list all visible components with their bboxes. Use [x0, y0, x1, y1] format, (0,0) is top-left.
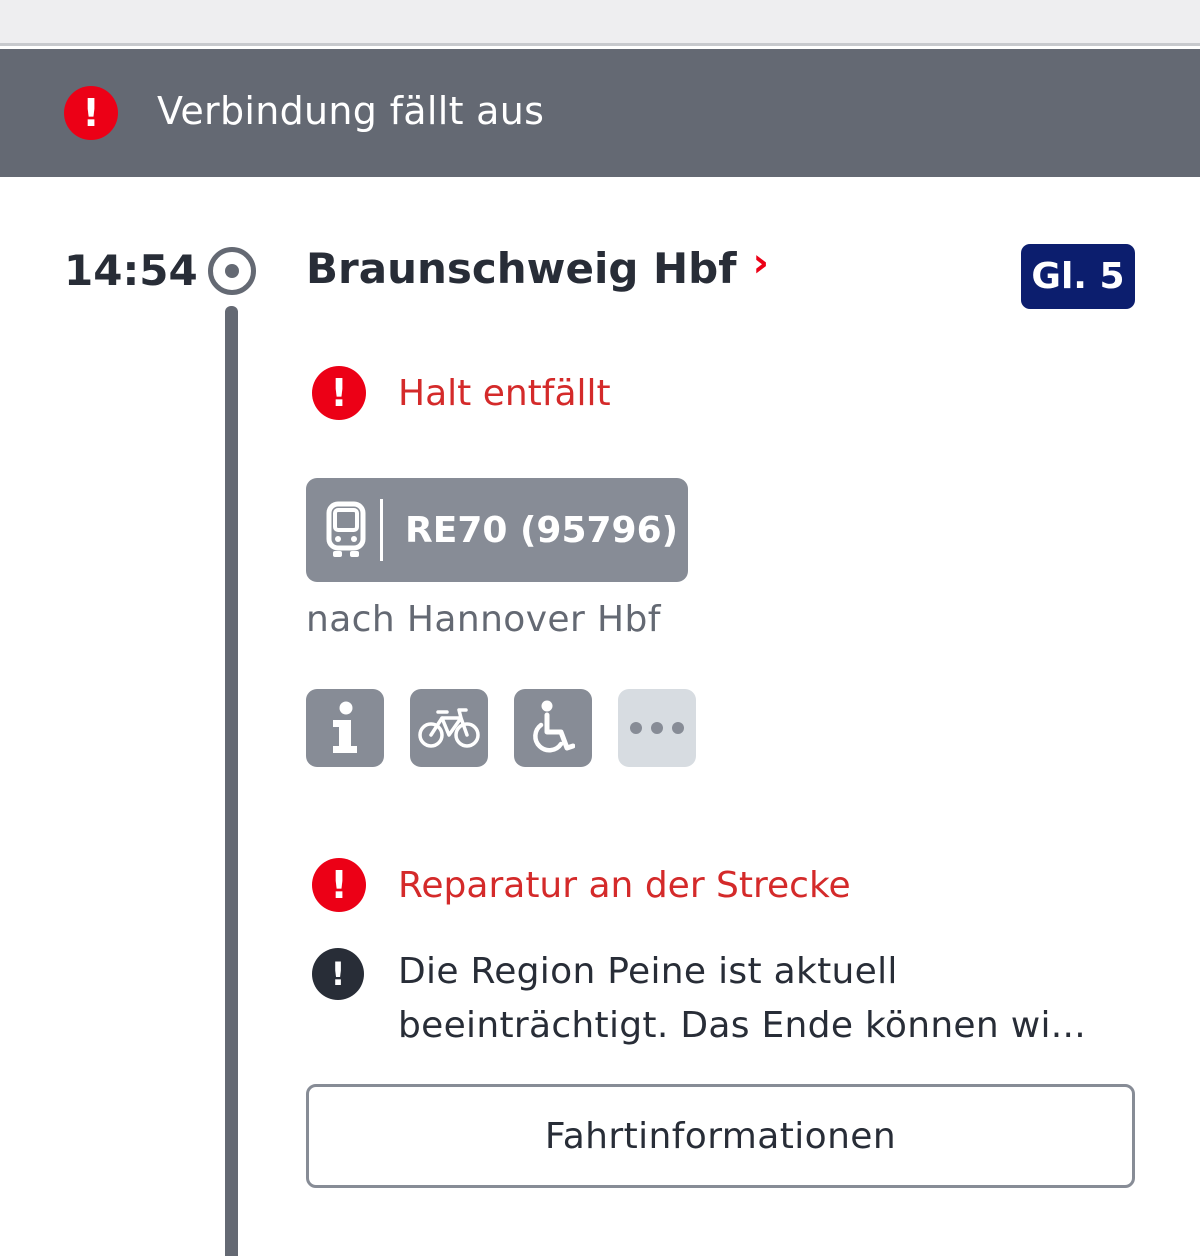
browser-top-bar [0, 0, 1200, 46]
alert-icon: ! [312, 366, 366, 420]
station-name: Braunschweig Hbf [306, 244, 737, 293]
repair-text: Reparatur an der Strecke [398, 864, 851, 906]
train-destination: nach Hannover Hbf [306, 599, 661, 640]
route-line [225, 306, 238, 1256]
alert-icon: ! [64, 86, 118, 140]
stop-marker-icon [208, 247, 256, 295]
bicycle-icon[interactable] [410, 689, 488, 767]
alert-icon: ! [312, 858, 366, 912]
station-link[interactable]: Braunschweig Hbf › [306, 240, 769, 294]
trip-info-button[interactable]: Fahrtinformationen [306, 1084, 1135, 1188]
train-icon [326, 501, 366, 557]
halt-cancelled-message: ! Halt entfällt [312, 366, 611, 420]
more-icon[interactable] [618, 689, 696, 767]
departure-time: 14:54 [64, 246, 198, 295]
cancellation-banner: ! Verbindung fällt aus [0, 49, 1200, 177]
platform-badge: Gl. 5 [1021, 244, 1135, 309]
chevron-right-icon: › [752, 239, 770, 286]
halt-cancelled-text: Halt entfällt [398, 372, 611, 414]
train-name: RE70 (95796) [405, 509, 679, 551]
banner-text: Verbindung fällt aus [157, 89, 545, 133]
attribute-icons [306, 689, 696, 767]
info-icon[interactable] [306, 689, 384, 767]
disruption-info-text: Die Region Peine ist aktuell beeinträcht… [398, 951, 1087, 1046]
badge-divider [380, 499, 383, 561]
wheelchair-icon[interactable] [514, 689, 592, 767]
repair-message: ! Reparatur an der Strecke [312, 858, 851, 912]
train-badge[interactable]: RE70 (95796) [306, 478, 688, 582]
info-alert-icon: ! [312, 948, 364, 1000]
